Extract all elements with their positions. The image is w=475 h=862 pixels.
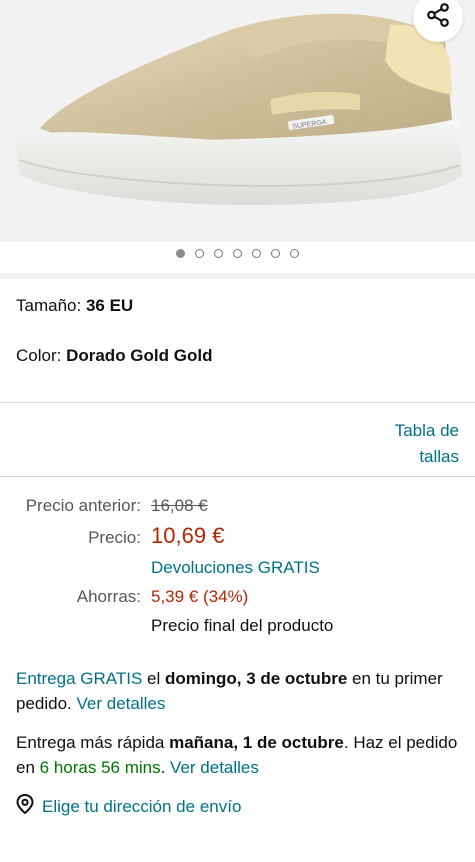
carousel-dot[interactable] <box>271 249 280 258</box>
free-delivery-el: el <box>142 669 165 688</box>
divider <box>0 402 475 403</box>
size-label: Tamaño: <box>16 296 86 315</box>
size-value: 36 EU <box>85 296 134 315</box>
size-chart-line1: Tabla de <box>394 421 459 440</box>
carousel-dot[interactable] <box>214 249 223 258</box>
location-pin-icon <box>16 793 34 819</box>
free-delivery-prefix: Entrega GRATIS <box>16 669 143 688</box>
product-image: SUPERGA <box>14 13 462 205</box>
fast-delivery-details-link[interactable]: Ver detalles <box>170 758 259 777</box>
previous-price-label: Precio anterior: <box>25 496 141 515</box>
fast-delivery-sep: . <box>160 758 171 777</box>
previous-price-value: 16,08 € <box>151 496 208 515</box>
free-delivery-message: Entrega GRATIS el domingo, 3 de octubre … <box>16 666 461 716</box>
fast-delivery-prefix: Entrega más rápida <box>16 733 170 752</box>
size-chart-link[interactable]: Tabla de tallas <box>339 418 459 470</box>
color-value: Dorado Gold Gold <box>66 346 213 365</box>
choose-address-label: Elige tu dirección de envío <box>42 796 242 816</box>
order-countdown: 6 horas 56 mins <box>39 758 161 777</box>
carousel-dot-active[interactable] <box>176 249 185 258</box>
price-label: Precio: <box>88 528 141 547</box>
carousel-pagination <box>0 249 475 258</box>
color-label: Color: <box>16 346 67 365</box>
size-selection[interactable]: Tamaño: 36 EU <box>16 296 133 316</box>
free-returns-link[interactable]: Devoluciones GRATIS <box>151 558 320 578</box>
price-value: 10,69 € <box>151 523 225 548</box>
share-icon <box>425 2 451 33</box>
savings-value: 5,39 € (34%) <box>151 587 249 606</box>
section-divider <box>0 273 475 279</box>
carousel-dot[interactable] <box>252 249 261 258</box>
free-delivery-date: domingo, 3 de octubre <box>164 669 348 688</box>
divider <box>0 476 475 477</box>
fast-delivery-date: mañana, 1 de octubre <box>169 733 344 752</box>
choose-address-link[interactable]: Elige tu dirección de envío <box>16 793 242 819</box>
product-image-carousel[interactable]: SUPERGA <box>0 0 475 242</box>
final-price-note: Precio final del producto <box>151 616 334 635</box>
carousel-dot[interactable] <box>195 249 204 258</box>
color-selection[interactable]: Color: Dorado Gold Gold <box>16 346 212 366</box>
carousel-dot[interactable] <box>233 249 242 258</box>
delivery-details-link[interactable]: Ver detalles <box>77 694 166 713</box>
carousel-dot[interactable] <box>290 249 299 258</box>
fast-delivery-message: Entrega más rápida mañana, 1 de octubre.… <box>16 730 461 780</box>
size-chart-line2: tallas <box>419 447 459 466</box>
savings-label: Ahorras: <box>76 587 141 606</box>
